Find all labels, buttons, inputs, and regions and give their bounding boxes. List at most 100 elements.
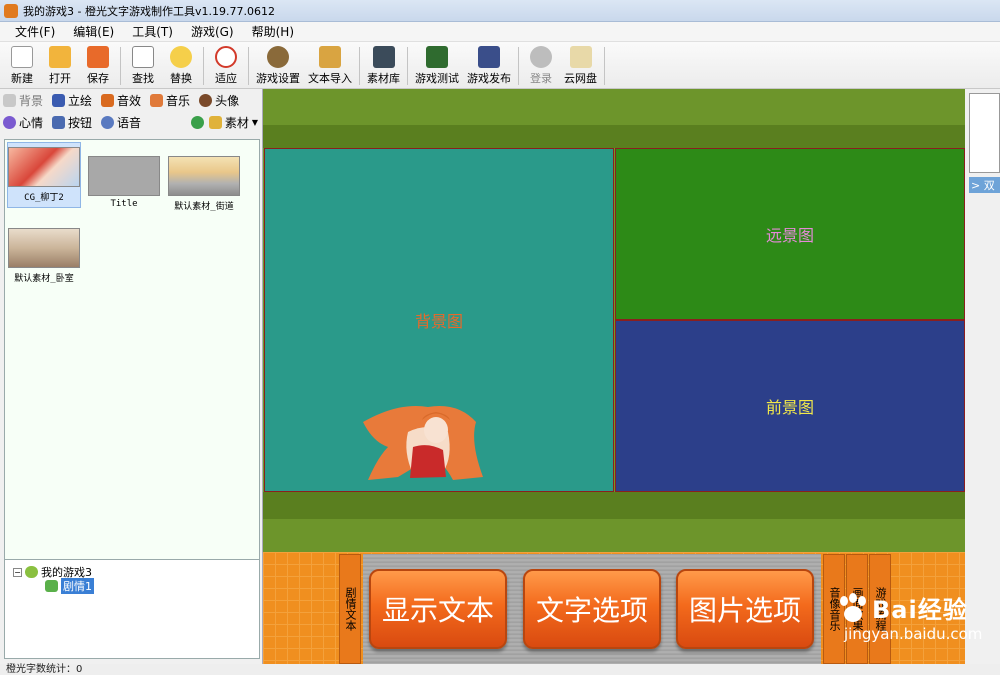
text-import-label: 文本导入: [308, 72, 352, 85]
title-bar: 我的游戏3 - 橙光文字游戏制作工具v1.19.77.0612: [0, 0, 1000, 22]
asset-thumbnail[interactable]: Title: [87, 142, 161, 209]
foreground-region[interactable]: 前景图: [615, 320, 965, 492]
login-button[interactable]: 登录: [522, 42, 560, 86]
open-button[interactable]: 打开: [41, 42, 79, 86]
toolbar-separator: [248, 47, 249, 85]
tree-node-label: 剧情1: [61, 578, 94, 594]
category-background[interactable]: 背景: [3, 92, 43, 109]
asset-thumbnail[interactable]: CG_柳丁2: [7, 142, 81, 208]
right-panel: > 双: [965, 89, 1000, 664]
show-text-button[interactable]: 显示文本: [369, 569, 507, 649]
menu-tools[interactable]: 工具(T): [123, 23, 182, 40]
asset-thumbnail[interactable]: 默认素材_卧室: [7, 226, 81, 284]
category-mood[interactable]: 心情: [3, 114, 43, 131]
asset-library-icon: [372, 46, 395, 68]
category-label: 背景: [19, 93, 44, 108]
menu-edit[interactable]: 编辑(E): [64, 23, 123, 40]
game-publish-label: 游戏发布: [467, 72, 511, 85]
menu-file[interactable]: 文件(F): [6, 23, 64, 40]
folder-icon: [208, 115, 222, 129]
replace-icon: [170, 46, 192, 68]
game-publish-button[interactable]: 游戏发布: [463, 42, 515, 86]
avatar-icon: [199, 93, 213, 107]
game-test-button[interactable]: 游戏测试: [411, 42, 463, 86]
toolbar-separator: [359, 47, 360, 85]
text-import-button[interactable]: 文本导入: [304, 42, 356, 86]
replace-button[interactable]: 替换: [162, 42, 200, 86]
game-publish-icon: [478, 46, 500, 68]
save-icon: [87, 46, 109, 68]
refresh-icon[interactable]: [190, 115, 204, 129]
find-button[interactable]: 查找: [124, 42, 162, 86]
asset-library-button[interactable]: 素材库: [363, 42, 404, 86]
category-label: 音效: [117, 93, 142, 108]
login-icon: [530, 46, 552, 68]
fit-button[interactable]: 适应: [207, 42, 245, 86]
far-view-region[interactable]: 远景图: [615, 148, 965, 320]
asset-library-label: 素材库: [367, 72, 400, 85]
command-button-panel: 显示文本 文字选项 图片选项: [363, 554, 821, 664]
music-note-icon: [150, 93, 164, 107]
text-import-icon: [319, 46, 341, 68]
category-voice[interactable]: 语音: [101, 114, 141, 131]
paw-icon: [840, 592, 866, 622]
toolbar-separator: [604, 47, 605, 85]
category-row-2: 心情 按钮 语音 素材 ▼: [0, 111, 262, 133]
category-portrait[interactable]: 立绘: [52, 92, 92, 109]
stage-canvas[interactable]: 背景图 远景图 前景图 剧情文本 显示文本 文字选项 图片选项 音像音乐 画面效…: [263, 89, 965, 664]
game-settings-label: 游戏设置: [256, 72, 300, 85]
right-panel-tab[interactable]: > 双: [969, 177, 1000, 193]
category-label: 心情: [19, 115, 44, 130]
stage-top-band-2: [263, 125, 965, 148]
cloud-drive-label: 云网盘: [564, 72, 597, 85]
portrait-icon: [52, 93, 66, 107]
category-music[interactable]: 音乐: [150, 92, 190, 109]
tab-story-text[interactable]: 剧情文本: [339, 554, 361, 664]
replace-label: 替换: [170, 72, 192, 85]
new-label: 新建: [11, 72, 33, 85]
menu-game[interactable]: 游戏(G): [182, 23, 243, 40]
collapse-icon[interactable]: −: [13, 567, 22, 577]
toolbar-separator: [120, 47, 121, 85]
category-button[interactable]: 按钮: [52, 114, 92, 131]
cloud-drive-icon: [569, 46, 592, 68]
category-avatar[interactable]: 头像: [199, 92, 239, 109]
cloud-drive-button[interactable]: 云网盘: [560, 42, 601, 86]
asset-label: 默认素材_街道: [174, 202, 234, 212]
save-button[interactable]: 保存: [79, 42, 117, 86]
asset-thumbnail[interactable]: 默认素材_街道: [167, 142, 241, 212]
assets-dropdown-label: 素材: [224, 115, 249, 130]
category-label: 音乐: [166, 93, 191, 108]
asset-label: Title: [110, 199, 138, 209]
category-sound-effect[interactable]: 音效: [101, 92, 141, 109]
find-icon: [132, 46, 154, 68]
image-option-button[interactable]: 图片选项: [676, 569, 814, 649]
fit-icon: [215, 46, 237, 68]
menu-bar: 文件(F) 编辑(E) 工具(T) 游戏(G) 帮助(H): [0, 22, 1000, 42]
game-settings-button[interactable]: 游戏设置: [252, 42, 304, 86]
menu-help[interactable]: 帮助(H): [243, 23, 303, 40]
game-test-icon: [426, 46, 448, 68]
background-icon: [3, 93, 16, 107]
status-bar: 橙光字数统计：0: [0, 664, 1000, 675]
category-label: 语音: [117, 115, 142, 130]
speaker-icon: [101, 93, 115, 107]
asset-label: 默认素材_卧室: [14, 274, 74, 284]
game-icon: [25, 566, 38, 578]
asset-image: [168, 156, 240, 196]
open-label: 打开: [49, 72, 71, 85]
tree-node-story[interactable]: 剧情1: [45, 578, 94, 594]
open-folder-icon: [49, 46, 71, 68]
new-button[interactable]: 新建: [3, 42, 41, 86]
watermark: Bai经验 jingyan.baidu.com: [836, 590, 982, 643]
assets-dropdown[interactable]: 素材 ▼: [190, 114, 262, 131]
app-icon: [4, 3, 18, 18]
left-panel: 背景 立绘 音效 音乐 头像 心情 按钮 语音 素材 ▼ CG_柳丁2 Titl…: [0, 89, 263, 664]
game-test-label: 游戏测试: [415, 72, 459, 85]
fit-label: 适应: [215, 72, 237, 85]
stage-bottom-band-2: [263, 519, 965, 552]
character-image[interactable]: [358, 402, 488, 482]
text-option-button[interactable]: 文字选项: [523, 569, 661, 649]
stage-top-band: [263, 89, 965, 125]
game-settings-icon: [267, 46, 289, 68]
